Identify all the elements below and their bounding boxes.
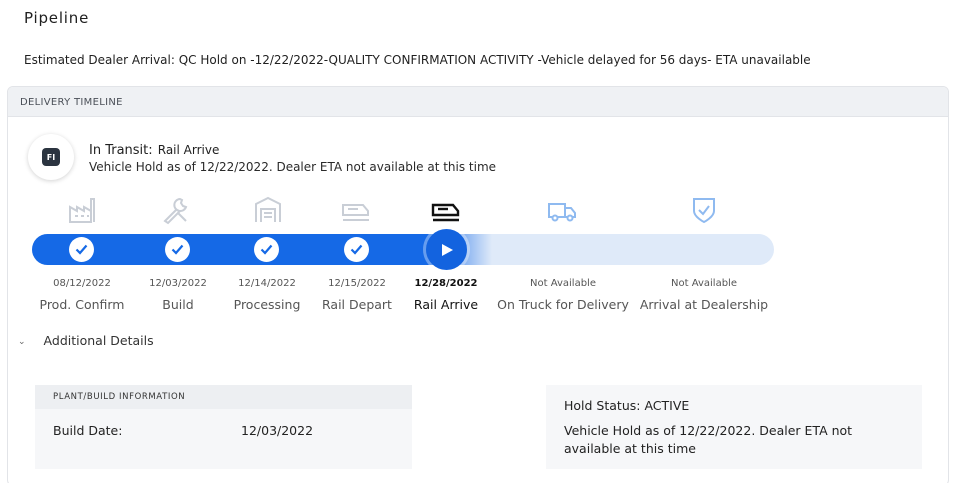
checkmark-icon	[75, 244, 88, 255]
additional-details-toggle[interactable]: ⌄ Additional Details	[18, 333, 154, 348]
checkmark-icon	[171, 244, 184, 255]
build-date-value: 12/03/2022	[241, 423, 314, 438]
avatar-badge: FI	[42, 148, 60, 166]
chevron-down-icon: ⌄	[18, 337, 26, 347]
hold-status: Hold Status: ACTIVE	[564, 398, 690, 413]
current-step-marker	[426, 229, 467, 270]
transit-status: In Transit: Rail Arrive	[89, 139, 219, 158]
plant-build-header: PLANT/BUILD INFORMATION	[35, 385, 412, 409]
step-complete-marker	[254, 237, 279, 262]
checkmark-icon	[350, 244, 363, 255]
hold-note: Vehicle Hold as of 12/22/2022. Dealer ET…	[564, 423, 853, 456]
timeline-header: DELIVERY TIMELINE	[8, 87, 948, 117]
play-icon	[441, 243, 453, 256]
truck-icon	[548, 203, 576, 222]
wrench-icon	[163, 197, 188, 225]
rail-icon	[431, 203, 460, 222]
processing-icon	[255, 196, 281, 222]
rail-icon	[342, 204, 369, 221]
hold-status-panel: Hold Status: ACTIVE Vehicle Hold as of 1…	[546, 385, 922, 469]
checkmark-icon	[260, 244, 273, 255]
status-value: Rail Arrive	[157, 143, 220, 157]
factory-icon	[69, 198, 95, 223]
status-label: In Transit:	[89, 143, 153, 158]
delivery-timeline-card: DELIVERY TIMELINE FI In Transit: Rail Ar…	[7, 86, 949, 483]
step-date: Not Available	[671, 278, 737, 289]
shield-check-icon	[693, 198, 715, 224]
step-complete-marker	[344, 237, 369, 262]
eta-message: Estimated Dealer Arrival: QC Hold on -12…	[24, 53, 811, 67]
step-name: Arrival at Dealership	[639, 297, 769, 312]
build-date-row: Build Date: 12/03/2022	[35, 409, 412, 469]
step-name: On Truck for Delivery	[497, 297, 629, 312]
step-complete-marker	[69, 237, 94, 262]
build-date-label: Build Date:	[53, 423, 123, 438]
plant-build-panel: PLANT/BUILD INFORMATION Build Date: 12/0…	[35, 385, 412, 469]
page-title: Pipeline	[24, 9, 90, 27]
avatar: FI	[28, 134, 74, 180]
additional-details-label: Additional Details	[43, 333, 154, 348]
step-complete-marker	[165, 237, 190, 262]
step-date: Not Available	[530, 278, 596, 289]
status-note: Vehicle Hold as of 12/22/2022. Dealer ET…	[89, 160, 497, 174]
